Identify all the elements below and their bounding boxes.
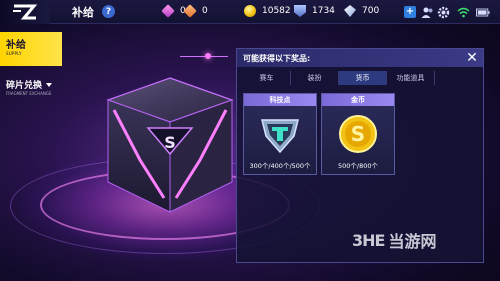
watermark-logo: 3HE [352,230,385,250]
back-button[interactable] [0,0,50,24]
friends-icon[interactable] [420,5,434,19]
resource-pink-gem: 0 [161,4,186,18]
resource-orange-gem: 0 [183,4,208,18]
tab-cars[interactable]: 赛车 [243,71,291,85]
close-icon[interactable]: ✕ [465,51,479,65]
sidebar-item-label: 补给 [6,40,26,51]
diamond-count: 700 [362,6,380,16]
sidebar: 补给 SUPPLY 碎片兑换 FRAGMENT EXCHANGE [0,32,62,100]
resource-diamonds: 700 [344,5,379,17]
coin-letter: S [351,122,365,146]
tab-currency[interactable]: 货币 [339,71,387,85]
watermark-text: 当游网 [388,232,437,251]
chevron-down-icon [46,82,53,87]
panel-header: 可能获得以下奖品: [237,49,483,67]
help-button[interactable]: ? [102,5,115,18]
coin-icon [244,5,256,17]
reward-cards: 科技点 300个/400个/500个 金币 S 500个/800个 [237,93,483,175]
tab-outfits[interactable]: 装扮 [291,71,339,85]
box-letter: S [164,133,176,152]
gold-coin-icon: S [336,112,380,156]
settings-gear-icon[interactable] [436,5,450,19]
reward-card-value: 500个/800个 [337,162,378,170]
shield-icon [294,5,306,17]
game-logo-icon [13,4,38,19]
resource-tech-points: 1734 [294,5,335,17]
sidebar-item-supply[interactable]: 补给 SUPPLY [0,32,62,66]
sidebar-item-fragment-exchange[interactable]: 碎片兑换 FRAGMENT EXCHANGE [0,72,60,100]
resource-coins: 10582 [244,5,291,17]
sidebar-item-sublabel: SUPPLY [6,51,22,56]
pointer-line [180,56,228,57]
pink-gem-icon [161,4,175,18]
supply-box[interactable]: S [100,70,240,220]
reward-card-gold[interactable]: 金币 S 500个/800个 [321,93,395,175]
diamond-icon [344,5,356,17]
watermark: 3HE 当游网 [352,228,436,252]
sidebar-item-label: 碎片兑换 [6,81,43,91]
reward-card-title: 科技点 [244,94,316,106]
reward-tabs: 赛车 装扮 货币 功能道具 [237,71,483,85]
battery-icon [476,5,490,19]
reward-card-tech-points[interactable]: 科技点 300个/400个/500个 [243,93,317,175]
panel-title: 可能获得以下奖品: [243,53,311,63]
orange-gem-icon [183,4,197,18]
sidebar-item-sublabel: FRAGMENT EXCHANGE [6,91,52,96]
wifi-icon [456,5,470,19]
reward-card-value: 300个/400个/500个 [249,162,311,170]
orange-gem-count: 0 [202,6,208,16]
pointer-dot [205,53,211,59]
tab-function-items[interactable]: 功能道具 [387,71,435,85]
add-currency-button[interactable]: + [404,6,416,18]
reward-card-title: 金币 [322,94,394,106]
tech-point-icon [258,112,302,156]
coin-count: 10582 [262,6,291,16]
tech-point-count: 1734 [312,6,335,16]
page-title: 补给 [72,5,94,19]
